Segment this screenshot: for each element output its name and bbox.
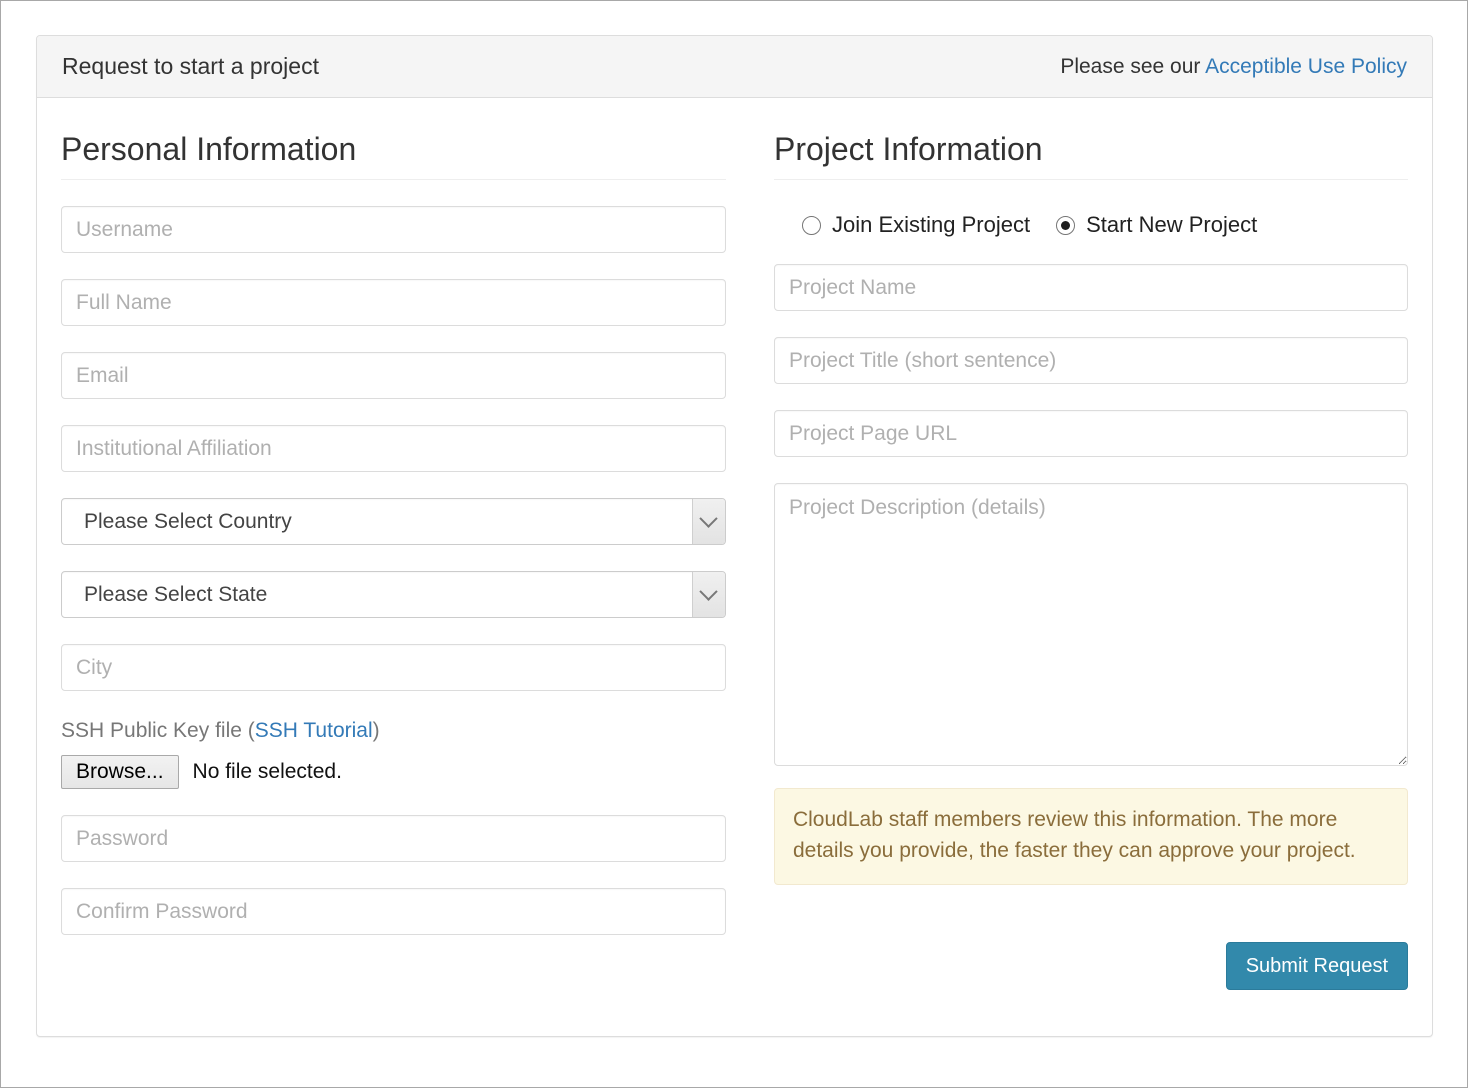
browse-button[interactable]: Browse... [61, 755, 179, 790]
ssh-key-label-prefix: SSH Public Key file ( [61, 719, 255, 743]
panel-header: Request to start a project Please see ou… [37, 36, 1432, 98]
confirm-password-field-wrap [61, 888, 726, 936]
ssh-key-label-suffix: ) [372, 719, 380, 743]
city-field-wrap [61, 644, 726, 692]
radio-unchecked-icon[interactable] [801, 215, 821, 235]
username-field-wrap [61, 206, 726, 254]
request-project-panel: Request to start a project Please see ou… [36, 35, 1433, 1037]
radio-checked-icon[interactable] [1056, 215, 1076, 235]
radio-start-new-project-label: Start New Project [1086, 212, 1258, 238]
fullname-input[interactable] [61, 279, 726, 327]
username-input[interactable] [61, 206, 726, 254]
personal-information-heading: Personal Information [61, 131, 726, 181]
project-mode-radio-group: Join Existing Project Start New Project [774, 212, 1408, 238]
project-title-input[interactable] [773, 337, 1408, 385]
submit-request-button[interactable]: Submit Request [1225, 942, 1408, 990]
file-status-text: No file selected. [192, 760, 342, 784]
country-select-wrap: Please Select Country [61, 498, 726, 546]
country-select-value: Please Select Country [84, 509, 292, 533]
institutional-affiliation-input[interactable] [61, 425, 726, 473]
ssh-tutorial-link[interactable]: SSH Tutorial [255, 719, 373, 742]
fullname-field-wrap [61, 279, 726, 327]
password-input[interactable] [61, 815, 726, 863]
project-url-field-wrap [773, 410, 1408, 458]
submit-row: Submit Request [1225, 942, 1408, 990]
project-description-field-wrap [773, 483, 1408, 767]
chevron-down-icon[interactable] [691, 572, 725, 618]
screenshot-frame: Request to start a project Please see ou… [0, 0, 1468, 1088]
email-field-wrap [61, 352, 726, 400]
personal-information-column: Personal Information Please Sele [37, 98, 750, 1036]
state-select-wrap: Please Select State [61, 571, 726, 619]
staff-review-notice: CloudLab staff members review this infor… [773, 788, 1408, 886]
page-title: Request to start a project [62, 53, 319, 79]
project-name-field-wrap [773, 264, 1408, 312]
country-select[interactable]: Please Select Country [61, 498, 726, 546]
policy-note: Please see our Acceptible Use Policy [1060, 55, 1407, 79]
confirm-password-input[interactable] [61, 888, 726, 936]
password-field-wrap [61, 815, 726, 863]
policy-note-text: Please see our [1060, 54, 1206, 78]
state-select[interactable]: Please Select State [61, 571, 726, 619]
ssh-file-input-row: Browse... No file selected. [61, 755, 726, 790]
project-description-textarea[interactable] [773, 483, 1408, 767]
city-input[interactable] [61, 644, 726, 692]
radio-join-existing-project[interactable]: Join Existing Project [801, 212, 1031, 238]
acceptible-use-policy-link[interactable]: Acceptible Use Policy [1205, 55, 1407, 78]
chevron-down-icon[interactable] [691, 499, 725, 545]
project-information-heading: Project Information [773, 131, 1408, 181]
email-input[interactable] [61, 352, 726, 400]
radio-join-existing-project-label: Join Existing Project [831, 212, 1031, 238]
panel-body: Personal Information Please Sele [37, 98, 1432, 1036]
state-select-value: Please Select State [84, 582, 268, 606]
project-title-field-wrap [773, 337, 1408, 385]
ssh-key-label: SSH Public Key file (SSH Tutorial) [61, 719, 726, 743]
radio-start-new-project[interactable]: Start New Project [1056, 212, 1257, 238]
project-page-url-input[interactable] [773, 410, 1408, 458]
affiliation-field-wrap [61, 425, 726, 473]
project-information-column: Project Information Join Existing Projec… [750, 98, 1432, 1036]
project-name-input[interactable] [773, 264, 1408, 312]
